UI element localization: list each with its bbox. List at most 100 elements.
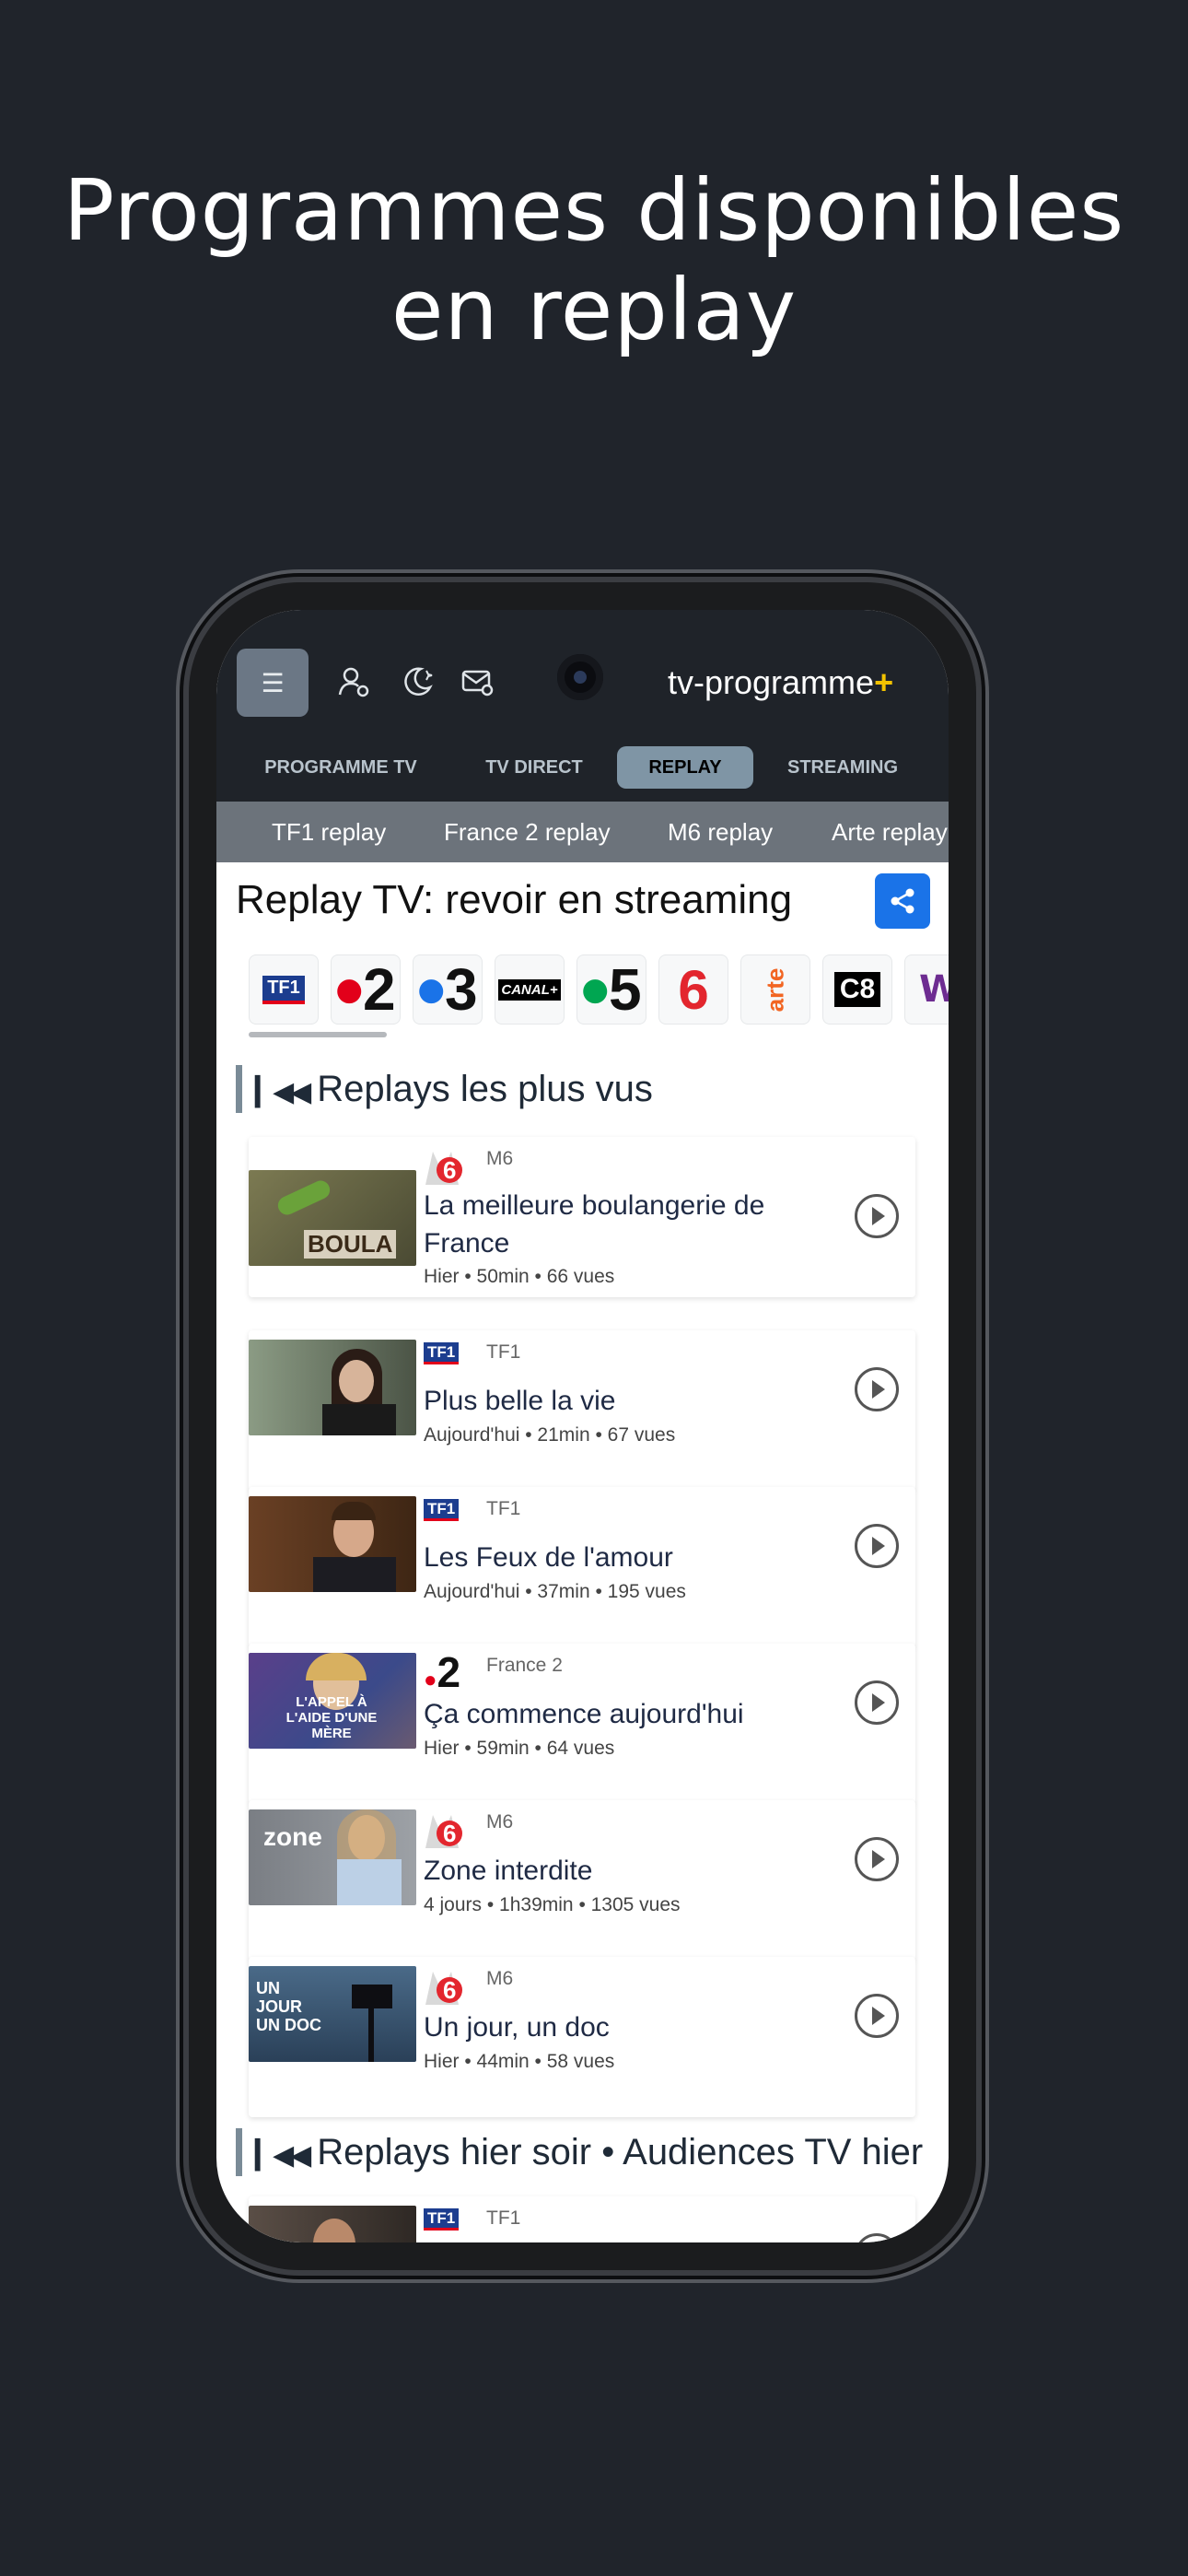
card-title[interactable]: Zone interdite — [424, 1852, 847, 1890]
channel-france2[interactable]: ● 2 — [331, 954, 401, 1025]
replay-thumbnail[interactable]: UN JOUR UN DOC — [249, 1966, 416, 2062]
card-channel-name: TF1 — [486, 1341, 521, 1363]
tf1-logo-icon: TF1 — [424, 1499, 460, 1521]
share-icon — [891, 888, 914, 914]
replay-thumbnail[interactable]: BOULA — [249, 1170, 416, 1266]
card-title[interactable]: Ça commence aujourd'hui — [424, 1695, 847, 1733]
channel-tf1[interactable]: TF1 — [249, 954, 319, 1025]
channel-tf1-label: TF1 — [262, 975, 305, 1004]
nav-streaming[interactable]: STREAMING — [774, 746, 912, 789]
replay-subnav: TF1 replay France 2 replay M6 replay Art… — [216, 802, 949, 862]
replay-card[interactable]: TF1 TF1 — [249, 2196, 915, 2242]
channel-more[interactable]: W — [904, 954, 949, 1025]
replay-thumbnail[interactable] — [249, 1340, 416, 1435]
svg-text:6: 6 — [443, 1820, 456, 1847]
brand-logo[interactable]: tv-programme+ — [668, 663, 893, 702]
menu-icon: ☰ — [261, 667, 285, 698]
dark-mode-icon[interactable] — [399, 663, 436, 700]
rewind-icon: ▎◀◀ — [255, 2140, 311, 2171]
subnav-arte-replay[interactable]: Arte replay — [832, 802, 948, 862]
phone-screen: ☰ tv-programme+ PROGRAMME TV TV DIRECT R… — [216, 610, 949, 2242]
m6-logo-icon: 6 — [425, 1815, 462, 1848]
replay-thumbnail[interactable]: L'APPEL À L'AIDE D'UNE MÈRE — [249, 1653, 416, 1749]
replay-card[interactable]: UN JOUR UN DOC 6 M6 Un jour, un doc Hier… — [249, 1957, 915, 2117]
channel-arte[interactable]: arte — [740, 954, 810, 1025]
brand-name: tv-programme — [668, 663, 875, 701]
channel-france3-label: 3 — [445, 956, 478, 1023]
card-title[interactable]: Un jour, un doc — [424, 2008, 847, 2046]
play-icon[interactable] — [855, 1837, 899, 1881]
channel-canal-plus[interactable]: CANAL+ — [495, 954, 565, 1025]
nav-tv-direct[interactable]: TV DIRECT — [465, 746, 603, 789]
replay-card[interactable]: BOULA 6 M6 La meilleure boulangerie de F… — [249, 1137, 915, 1297]
promo-headline-line2: en replay — [390, 261, 798, 359]
svg-text:6: 6 — [443, 1976, 456, 2004]
replay-card[interactable]: TF1 TF1 Plus belle la vie Aujourd'hui • … — [249, 1330, 915, 1491]
channel-france5[interactable]: ● 5 — [577, 954, 646, 1025]
play-icon[interactable] — [855, 1367, 899, 1411]
channel-france3[interactable]: ● 3 — [413, 954, 483, 1025]
thumbnail-caption: zone — [263, 1822, 322, 1851]
channel-arte-label: arte — [761, 967, 789, 1012]
thumbnail-caption: UN JOUR UN DOC — [256, 1979, 321, 2034]
card-info: Hier • 50min • 66 vues — [424, 1266, 615, 1287]
front-camera — [557, 654, 603, 700]
subnav-m6-replay[interactable]: M6 replay — [668, 802, 773, 862]
share-button[interactable] — [875, 873, 930, 929]
channel-c8-label: C8 — [833, 972, 881, 1007]
card-info: Aujourd'hui • 37min • 195 vues — [424, 1581, 686, 1602]
page-title: Replay TV: revoir en streaming — [236, 877, 793, 922]
channel-canal-plus-label: CANAL+ — [498, 978, 561, 1001]
card-title[interactable]: Plus belle la vie — [424, 1382, 847, 1420]
play-icon[interactable] — [855, 2233, 899, 2242]
m6-logo-icon: 6 — [425, 1972, 462, 2005]
nav-replay[interactable]: REPLAY — [617, 746, 753, 789]
phone-frame: ☰ tv-programme+ PROGRAMME TV TV DIRECT R… — [189, 582, 976, 2270]
channel-m6[interactable]: 6 — [658, 954, 728, 1025]
card-channel-name: France 2 — [486, 1655, 563, 1676]
channel-france2-label: 2 — [363, 956, 396, 1023]
top-bar: ☰ tv-programme+ PROGRAMME TV TV DIRECT R… — [216, 610, 949, 802]
section-last-night: ▎◀◀ Replays hier soir • Audiences TV hier — [236, 2128, 923, 2176]
card-info: Hier • 59min • 64 vues — [424, 1738, 615, 1759]
card-info: Aujourd'hui • 21min • 67 vues — [424, 1424, 676, 1446]
section-last-night-title: Replays hier soir • Audiences TV hier — [317, 2132, 924, 2172]
channel-m6-label: 6 — [678, 958, 709, 1021]
card-channel-name: TF1 — [486, 2207, 521, 2229]
france2-logo-icon: ●2 — [424, 1648, 461, 1696]
svg-text:6: 6 — [443, 1156, 456, 1184]
play-icon[interactable] — [855, 1680, 899, 1725]
m6-logo-icon: 6 — [425, 1152, 462, 1185]
user-settings-icon[interactable] — [336, 663, 373, 700]
card-title[interactable]: La meilleure boulangerie de France — [424, 1187, 847, 1262]
channel-scroll-indicator[interactable] — [249, 1032, 387, 1037]
play-icon[interactable] — [855, 1194, 899, 1238]
replay-card[interactable]: TF1 TF1 Les Feux de l'amour Aujourd'hui … — [249, 1487, 915, 1647]
replay-card[interactable]: zone 6 M6 Zone interdite 4 jours • 1h39m… — [249, 1800, 915, 1961]
card-title[interactable]: Les Feux de l'amour — [424, 1539, 847, 1576]
channel-france5-label: 5 — [609, 956, 642, 1023]
replay-thumbnail[interactable] — [249, 2206, 416, 2242]
brand-plus: + — [874, 663, 894, 701]
card-info: 4 jours • 1h39min • 1305 vues — [424, 1894, 681, 1915]
play-icon[interactable] — [855, 1524, 899, 1568]
hamburger-menu-button[interactable]: ☰ — [237, 649, 309, 717]
nav-programme-tv[interactable]: PROGRAMME TV — [253, 746, 428, 789]
card-channel-name: M6 — [486, 1968, 514, 1989]
play-icon[interactable] — [855, 1994, 899, 2038]
thumbnail-caption: L'APPEL À L'AIDE D'UNE MÈRE — [285, 1694, 378, 1741]
replay-card[interactable]: L'APPEL À L'AIDE D'UNE MÈRE ●2 France 2 … — [249, 1644, 915, 1804]
section-most-viewed: ▎◀◀ Replays les plus vus — [236, 1065, 653, 1113]
subnav-tf1-replay[interactable]: TF1 replay — [272, 802, 386, 862]
replay-thumbnail[interactable] — [249, 1496, 416, 1592]
promo-headline: Programmes disponibles en replay — [0, 161, 1188, 360]
card-channel-name: M6 — [486, 1148, 514, 1169]
promo-headline-line1: Programmes disponibles — [63, 161, 1125, 260]
card-channel-name: TF1 — [486, 1498, 521, 1519]
mail-settings-icon[interactable] — [460, 663, 496, 700]
thumbnail-caption: BOULA — [304, 1230, 397, 1259]
card-info: Hier • 44min • 58 vues — [424, 2051, 615, 2072]
channel-c8[interactable]: C8 — [822, 954, 892, 1025]
replay-thumbnail[interactable]: zone — [249, 1809, 416, 1905]
subnav-france2-replay[interactable]: France 2 replay — [444, 802, 611, 862]
